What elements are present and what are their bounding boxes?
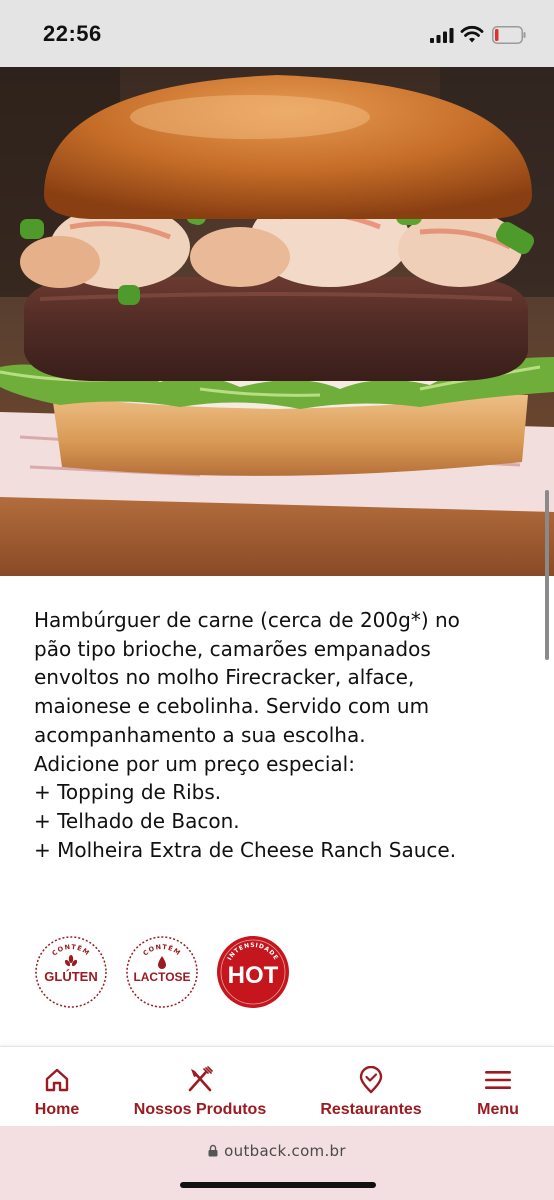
allergen-badges: CONTÉM GLÚTEN CONTÉM LACTOSE INTENSIDADE… (34, 935, 304, 1011)
nav-restaurantes[interactable]: Restaurantes (312, 1047, 430, 1127)
home-indicator[interactable] (180, 1182, 376, 1188)
location-pin-icon (356, 1065, 386, 1095)
wifi-icon (460, 25, 484, 43)
description-line: envoltos no molho Firecracker, alface, (34, 665, 415, 690)
lock-icon (208, 1144, 218, 1157)
page-scrollbar[interactable] (545, 490, 549, 660)
fork-knife-icon (185, 1065, 215, 1095)
nav-restaurantes-label: Restaurantes (320, 1101, 422, 1118)
description-line: + Telhado de Bacon. (34, 808, 240, 833)
nav-nossos-produtos[interactable]: Nossos Produtos (130, 1047, 270, 1127)
description-line: + Topping de Ribs. (34, 780, 222, 805)
nav-nossos-produtos-label: Nossos Produtos (133, 1101, 267, 1118)
gluten-badge: CONTÉM GLÚTEN (35, 936, 107, 1008)
bottom-nav: Home Nossos Produtos Restaurantes Menu (0, 1046, 554, 1127)
status-bar: 22:56 (0, 0, 554, 67)
url-text: outback.com.br (224, 1142, 346, 1160)
description-line: Hambúrguer de carne (cerca de 200g*) no (34, 608, 460, 632)
burger-photo (0, 67, 554, 576)
browser-url-bar[interactable]: outback.com.br (0, 1126, 554, 1200)
nav-home[interactable]: Home (24, 1047, 90, 1127)
hot-badge-label: HOT (228, 962, 279, 989)
description-line: acompanhamento a sua escolha. (34, 722, 366, 747)
home-icon (42, 1065, 72, 1095)
lactose-badge: CONTÉM LACTOSE (126, 936, 198, 1008)
nav-home-label: Home (34, 1101, 80, 1118)
nav-menu-label: Menu (477, 1101, 519, 1118)
signal-icon (430, 28, 454, 43)
lactose-badge-label: LACTOSE (133, 970, 190, 984)
nav-menu[interactable]: Menu (470, 1047, 526, 1127)
gluten-badge-label: GLÚTEN (44, 969, 97, 984)
url-display[interactable]: outback.com.br (0, 1142, 554, 1160)
description-line: maionese e cebolinha. Servido com um (34, 694, 430, 719)
description-line: pão tipo brioche, camarões empanados (34, 636, 431, 661)
status-time: 22:56 (43, 21, 102, 46)
battery-icon (492, 26, 526, 44)
description-line: Adicione por um preço especial: (34, 751, 355, 776)
hamburger-menu-icon (483, 1065, 513, 1095)
hot-badge: INTENSIDADE HOT (217, 936, 289, 1008)
product-description: Hambúrguer de carne (cerca de 200g*) no … (34, 606, 534, 864)
description-line: + Molheira Extra de Cheese Ranch Sauce. (34, 837, 457, 862)
